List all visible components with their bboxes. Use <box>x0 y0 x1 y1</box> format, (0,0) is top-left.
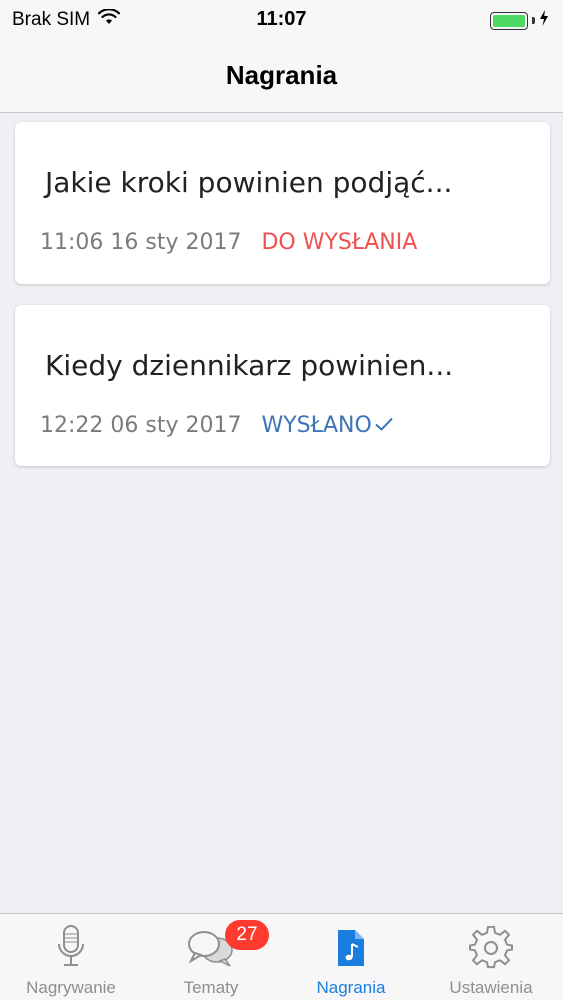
battery-icon <box>490 11 528 30</box>
charging-bolt-icon <box>539 10 549 31</box>
battery-indicator <box>490 10 549 31</box>
notification-badge: 27 <box>225 920 269 950</box>
tab-label: Tematy <box>183 978 239 997</box>
recording-card[interactable]: Kiedy dziennikarz powinien... 12:22 06 s… <box>15 305 550 466</box>
recording-date: 12:22 06 sty 2017 <box>40 413 242 438</box>
status-label: WYSŁANO <box>261 413 372 438</box>
tab-nagrania[interactable]: Nagrania <box>281 914 421 1000</box>
tab-nagrywanie[interactable]: Nagrywanie <box>1 914 141 1000</box>
recording-title: Jakie kroki powinien podjąć... <box>45 166 453 199</box>
tab-tematy[interactable]: 27 Tematy <box>141 914 281 1000</box>
recording-meta: 12:22 06 sty 2017 WYSŁANO <box>40 413 394 438</box>
clock: 11:07 <box>256 8 307 30</box>
recording-date: 11:06 16 sty 2017 <box>40 230 242 255</box>
check-icon <box>374 413 394 438</box>
tab-bar: Nagrywanie 27 Tematy Nagrania Ustawienia <box>0 913 563 1000</box>
recording-card[interactable]: Jakie kroki powinien podjąć... 11:06 16 … <box>15 122 550 284</box>
tab-label: Nagrywanie <box>26 978 116 997</box>
tab-ustawienia[interactable]: Ustawienia <box>421 914 561 1000</box>
status-badge: DO WYSŁANIA <box>261 230 418 255</box>
status-badge: WYSŁANO <box>261 413 393 438</box>
gear-icon <box>469 925 513 975</box>
status-bar: Brak SIM 11:07 <box>0 0 563 40</box>
navigation-bar: Nagrania <box>0 40 563 113</box>
tab-label: Nagrania <box>316 978 386 997</box>
tab-label: Ustawienia <box>449 978 533 997</box>
recording-title: Kiedy dziennikarz powinien... <box>45 349 454 382</box>
page-title: Nagrania <box>225 59 338 90</box>
recording-meta: 11:06 16 sty 2017 DO WYSŁANIA <box>40 230 417 255</box>
microphone-icon <box>54 924 88 975</box>
music-file-icon <box>336 928 366 973</box>
